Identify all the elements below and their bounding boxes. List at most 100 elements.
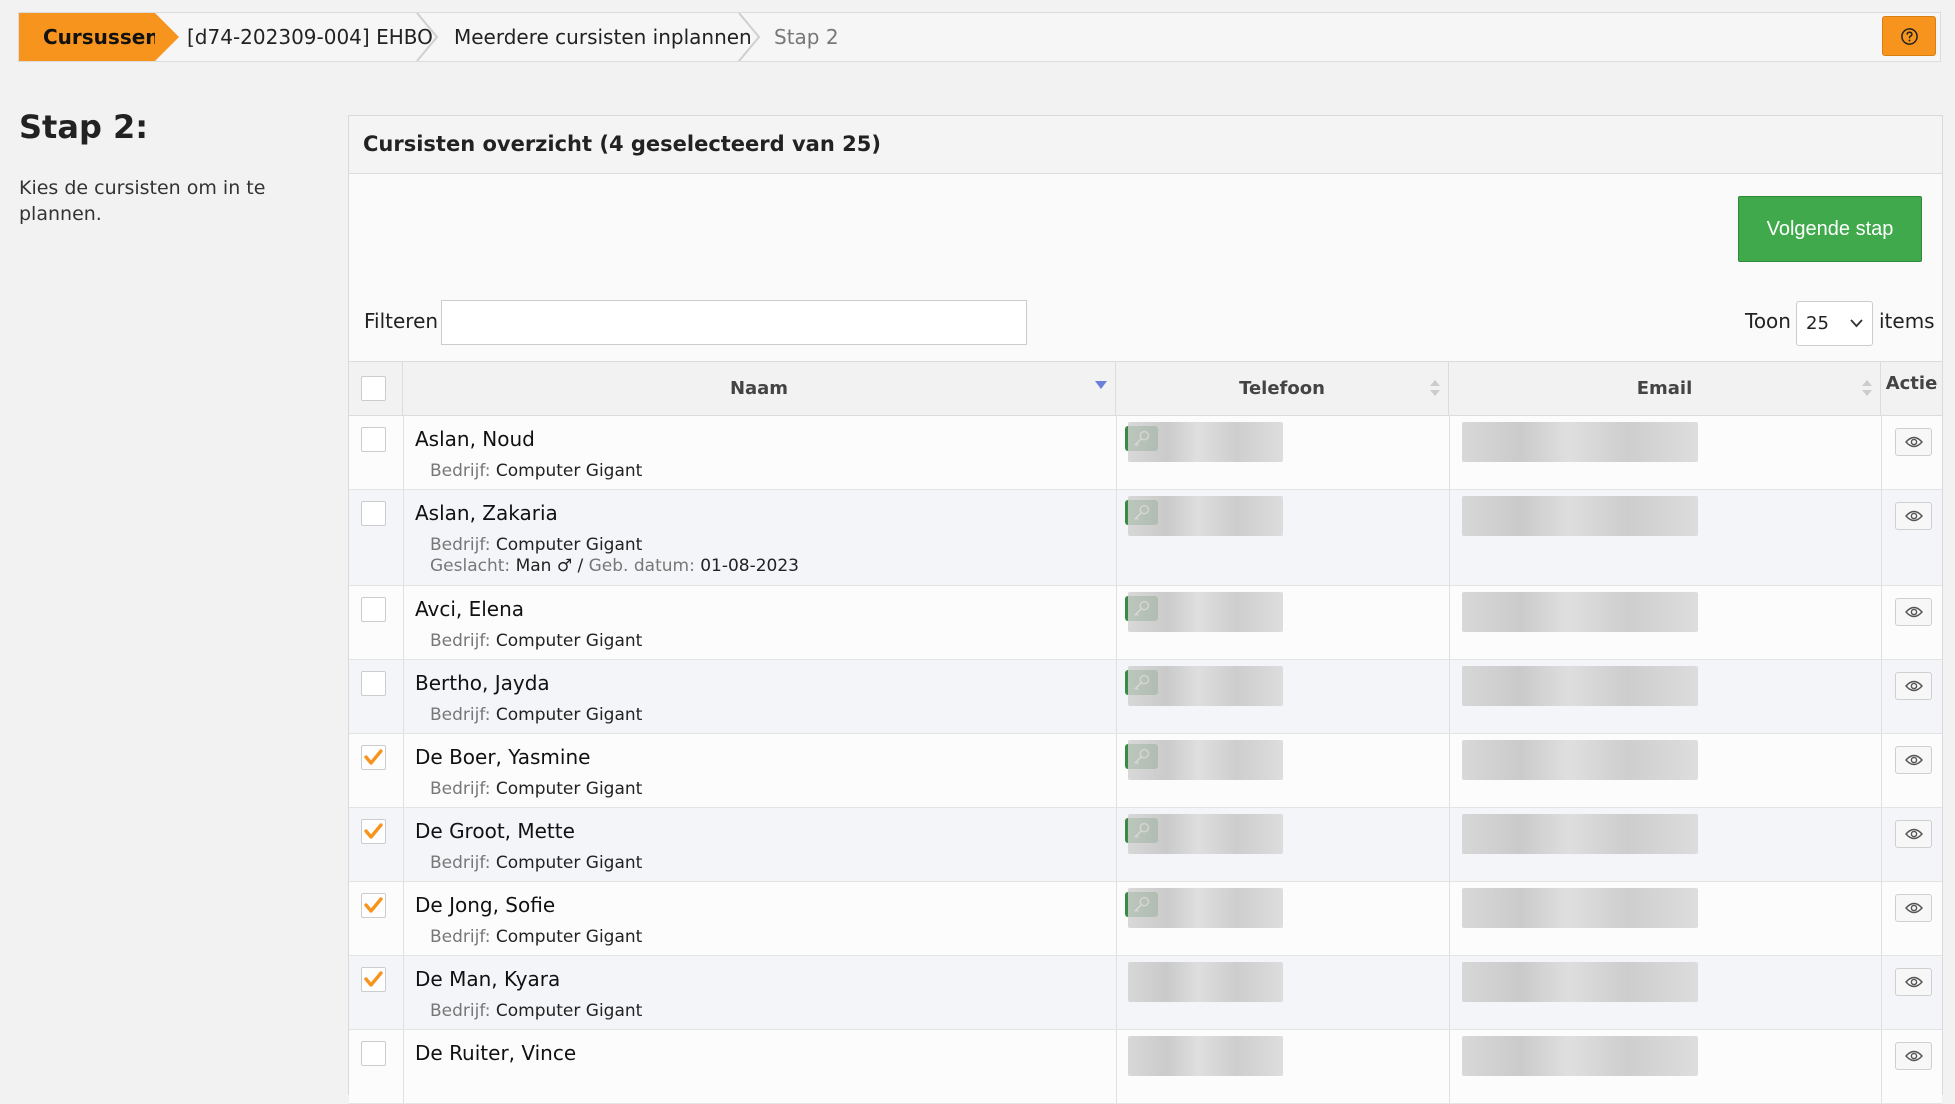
row-select-cell (349, 734, 404, 807)
select-all-cell (349, 362, 403, 415)
bedrijf-label: Bedrijf: (430, 1001, 491, 1021)
view-button[interactable] (1895, 502, 1932, 530)
email-cell (1449, 490, 1882, 585)
actie-cell (1881, 1030, 1942, 1103)
bedrijf-value: Computer Gigant (495, 1001, 643, 1021)
cursist-meta: Bedrijf: Computer Gigant (430, 779, 642, 800)
bedrijf-value: Computer Gigant (495, 853, 643, 873)
column-actie: Actie (1885, 373, 1938, 394)
redacted-phone (1128, 740, 1283, 780)
table-row[interactable]: Aslan, Noud Bedrijf: Computer Gigant (349, 416, 1942, 490)
table-row[interactable]: De Groot, Mette Bedrijf: Computer Gigant (349, 808, 1942, 882)
actie-cell (1881, 882, 1942, 955)
cursist-name: De Jong, Sofie (415, 893, 556, 917)
column-telefoon[interactable]: Telefoon (1116, 362, 1449, 415)
row-checkbox[interactable] (361, 597, 386, 622)
page-size-select[interactable]: 25 (1796, 301, 1873, 346)
row-select-cell (349, 882, 404, 955)
row-checkbox[interactable] (361, 501, 386, 526)
breadcrumb-separator-icon (416, 13, 439, 61)
cursist-name: Aslan, Noud (415, 427, 535, 451)
filter-input[interactable] (441, 300, 1027, 345)
cursist-meta: Bedrijf: Computer Gigant (430, 705, 642, 726)
row-checkbox[interactable] (361, 427, 386, 452)
cursist-meta: Bedrijf: Computer Gigant (430, 853, 642, 874)
table-row[interactable]: Bertho, Jayda Bedrijf: Computer Gigant (349, 660, 1942, 734)
next-step-button[interactable]: Volgende stap (1738, 196, 1922, 262)
redacted-phone (1128, 496, 1283, 536)
telefoon-cell (1116, 956, 1450, 1029)
eye-icon (1905, 680, 1923, 692)
breadcrumb-course[interactable]: [d74-202309-004] EHBO (187, 13, 433, 61)
bedrijf-value: Computer Gigant (495, 705, 643, 725)
view-button[interactable] (1895, 598, 1932, 626)
column-email[interactable]: Email (1449, 362, 1881, 415)
row-checkbox[interactable] (361, 819, 386, 844)
table-header: Naam Telefoon Email Actie (349, 361, 1942, 416)
redacted-email (1462, 496, 1698, 536)
table-row[interactable]: De Boer, Yasmine Bedrijf: Computer Gigant (349, 734, 1942, 808)
geslacht-value: Man ♂ (515, 556, 573, 576)
select-all-checkbox[interactable] (361, 376, 386, 401)
table-row[interactable]: Avci, Elena Bedrijf: Computer Gigant (349, 586, 1942, 660)
redacted-email (1462, 592, 1698, 632)
help-button[interactable] (1882, 16, 1936, 56)
redacted-phone (1128, 814, 1283, 854)
view-button[interactable] (1895, 894, 1932, 922)
bedrijf-label: Bedrijf: (430, 853, 491, 873)
breadcrumb-meerdere[interactable]: Meerdere cursisten inplannen (454, 13, 752, 61)
redacted-email (1462, 888, 1698, 928)
name-cell: Avci, Elena Bedrijf: Computer Gigant (403, 586, 1158, 659)
name-cell: De Groot, Mette Bedrijf: Computer Gigant (403, 808, 1158, 881)
name-cell: De Jong, Sofie Bedrijf: Computer Gigant (403, 882, 1158, 955)
row-checkbox[interactable] (361, 893, 386, 918)
cursist-name: De Ruiter, Vince (415, 1041, 577, 1065)
column-naam-label: Naam (729, 378, 789, 399)
view-button[interactable] (1895, 428, 1932, 456)
row-checkbox[interactable] (361, 671, 386, 696)
table-row[interactable]: De Ruiter, Vince (349, 1030, 1942, 1104)
row-checkbox[interactable] (361, 967, 386, 992)
eye-icon (1905, 828, 1923, 840)
bedrijf-label: Bedrijf: (430, 631, 491, 651)
telefoon-cell (1116, 416, 1450, 489)
telefoon-cell (1116, 660, 1450, 733)
bedrijf-value: Computer Gigant (495, 535, 643, 555)
bedrijf-value: Computer Gigant (495, 631, 643, 651)
table-row[interactable]: Aslan, Zakaria Bedrijf: Computer Gigant Ge… (349, 490, 1942, 586)
cursisten-panel: Cursisten overzicht (4 geselecteerd van … (348, 115, 1943, 1104)
view-button[interactable] (1895, 746, 1932, 774)
table-row[interactable]: De Jong, Sofie Bedrijf: Computer Gigant (349, 882, 1942, 956)
eye-icon (1905, 606, 1923, 618)
items-label: items (1879, 309, 1935, 333)
redacted-phone (1128, 962, 1283, 1002)
view-button[interactable] (1895, 820, 1932, 848)
row-checkbox[interactable] (361, 1041, 386, 1066)
email-cell (1449, 1030, 1882, 1103)
telefoon-cell (1116, 882, 1450, 955)
redacted-email (1462, 814, 1698, 854)
bedrijf-label: Bedrijf: (430, 535, 491, 555)
view-button[interactable] (1895, 672, 1932, 700)
actie-cell (1881, 416, 1942, 489)
view-button[interactable] (1895, 968, 1932, 996)
actie-cell (1881, 660, 1942, 733)
chevron-down-icon (1850, 319, 1863, 328)
bedrijf-label: Bedrijf: (430, 927, 491, 947)
table-row[interactable]: De Man, Kyara Bedrijf: Computer Gigant (349, 956, 1942, 1030)
breadcrumb-cursussen[interactable]: Cursussen (19, 13, 179, 61)
view-button[interactable] (1895, 1042, 1932, 1070)
row-checkbox[interactable] (361, 745, 386, 770)
sort-icon (1430, 380, 1440, 396)
telefoon-cell (1116, 1030, 1450, 1103)
redacted-phone (1128, 888, 1283, 928)
redacted-phone (1128, 1036, 1283, 1076)
meta-separator: / (572, 556, 589, 576)
row-select-cell (349, 586, 404, 659)
sort-icon (1862, 380, 1872, 396)
geslacht-label: Geslacht: (430, 556, 511, 576)
email-cell (1449, 956, 1882, 1029)
column-naam[interactable]: Naam (403, 362, 1116, 415)
row-select-cell (349, 660, 404, 733)
toon-label: Toon (1745, 309, 1791, 333)
